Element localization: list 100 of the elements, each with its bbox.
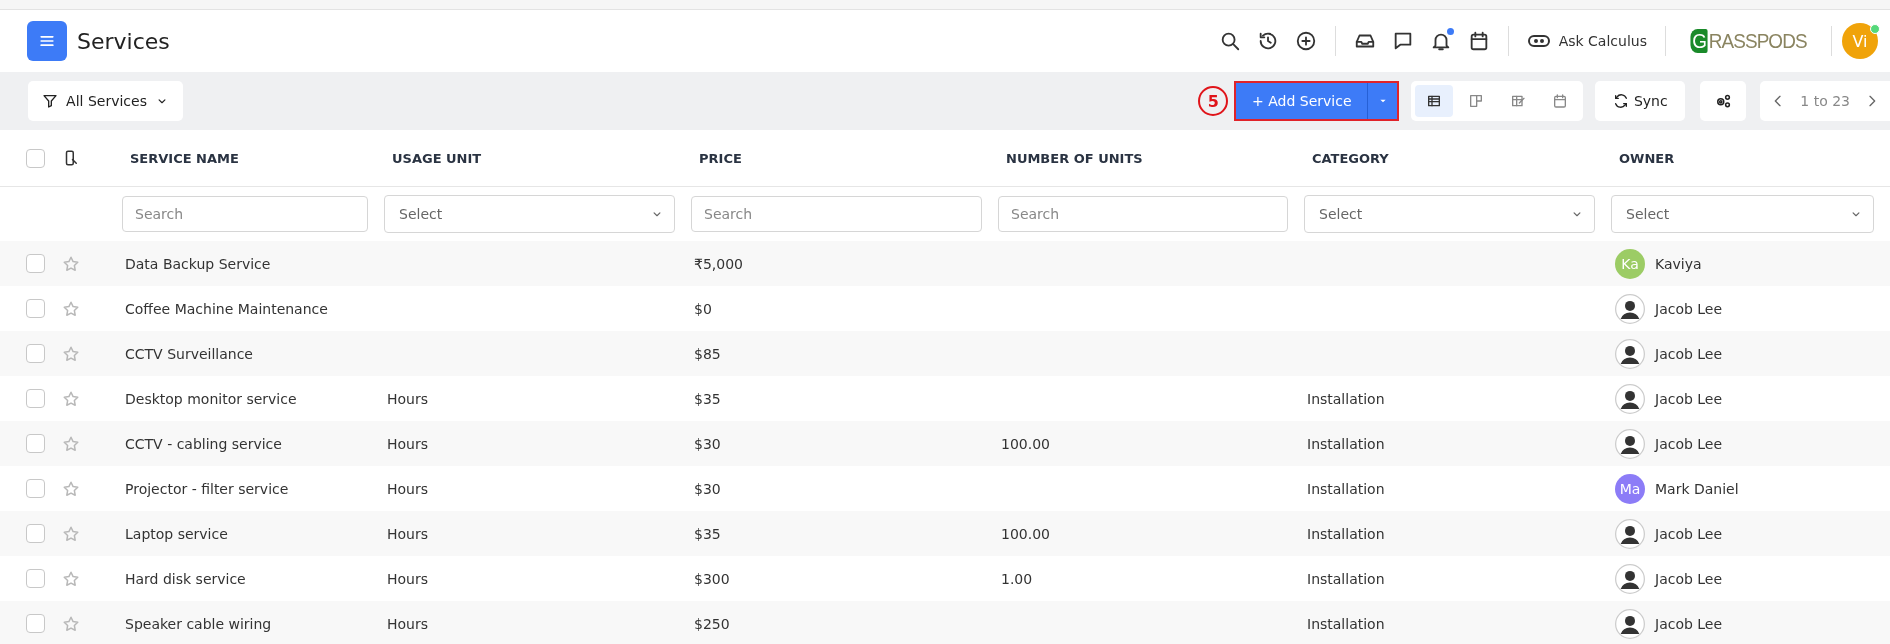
table-cell: Data Backup Service [125,255,271,272]
sync-icon [1612,93,1629,109]
table-cell: $250 [694,615,730,632]
table-cell: 100.00 [1001,525,1050,542]
checkbox[interactable] [26,299,45,318]
settings-icon [1714,92,1733,110]
ask-calculus-button[interactable]: Ask Calculus [1518,29,1655,53]
page-title: Services [77,28,170,54]
star-icon[interactable] [62,524,80,543]
step-number-badge: 5 [1198,86,1229,116]
table-view-icon [1426,93,1443,109]
checkbox[interactable] [26,614,45,633]
column-header[interactable]: NUMBER OF UNITS [998,150,1143,166]
table-cell: CCTV Surveillance [125,345,253,362]
table-cell: Laptop service [125,525,228,542]
avatar: Ka [1615,248,1645,279]
owner-name: Jacob Lee [1655,615,1723,632]
column-header[interactable]: CATEGORY [1304,150,1389,166]
search-field[interactable]: Search [998,196,1288,232]
checkbox[interactable] [26,479,45,498]
star-icon[interactable] [62,614,80,633]
star-icon[interactable] [62,254,80,273]
owner-name: Jacob Lee [1655,390,1723,407]
search-field[interactable]: Search [122,196,368,232]
owner-name: Jacob Lee [1655,435,1723,452]
dropdown-field[interactable]: Select [1304,195,1595,233]
table-cell: Hours [387,390,428,407]
menu-button[interactable] [27,21,67,61]
table-cell: Hours [387,525,428,542]
table-cell: $0 [694,300,712,317]
page-range: 1 to 23 [1800,93,1850,109]
checkbox[interactable] [26,389,45,408]
checkbox[interactable] [26,148,45,168]
search-field[interactable]: Search [691,196,982,232]
checkbox[interactable] [26,569,45,588]
brand-logo: GRASSPODS [1690,29,1807,53]
caret-icon [1378,97,1387,105]
filter-icon [42,93,59,109]
owner-name: Jacob Lee [1655,300,1723,317]
star-icon[interactable] [62,299,80,318]
settings-button[interactable] [1700,81,1747,121]
owner-name: Kaviya [1655,255,1702,272]
checkbox[interactable] [26,254,45,273]
owner-name: Mark Daniel [1655,480,1739,497]
table-cell: Speaker cable wiring [125,615,272,632]
table-cell: Hours [387,615,428,632]
star-icon[interactable] [62,479,80,498]
owner-name: Jacob Lee [1655,570,1723,587]
star-icon[interactable] [62,389,80,408]
table-cell: $85 [694,345,721,362]
dropdown-field[interactable]: Select [1611,195,1874,233]
table-cell: Coffee Machine Maintenance [125,300,328,317]
column-header[interactable]: OWNER [1611,150,1675,166]
table-cell: Hours [387,480,428,497]
column-header[interactable]: PRICE [691,150,742,166]
calendar-icon [1552,93,1569,109]
table-cell: Hard disk service [125,570,246,587]
table-cell: Installation [1307,390,1385,407]
sync-button[interactable]: Sync [1595,81,1686,121]
person-silhouette-icon [1615,383,1645,414]
table-cell: Hours [387,435,428,452]
table-cell: 1.00 [1001,570,1033,587]
table-cell: $30 [694,480,721,497]
table-cell: $35 [694,390,721,407]
person-silhouette-icon [1615,293,1645,324]
table-cell: Hours [387,570,428,587]
table-cell: $30 [694,435,721,452]
filter-dropdown-button[interactable]: All Services [28,81,183,121]
person-silhouette-icon [1615,608,1645,639]
add-icon[interactable] [1294,30,1317,52]
table-cell: $35 [694,525,721,542]
avatar: Ma [1615,473,1645,504]
table-cell: Installation [1307,570,1385,587]
person-silhouette-icon [1615,518,1645,549]
add-service-split-button[interactable]: + Add Service [1234,81,1400,121]
column-header[interactable]: SERVICE NAME [122,150,239,166]
checkbox[interactable] [26,524,45,543]
grid-edit-icon [1510,93,1527,109]
table-cell: ₹5,000 [694,255,743,272]
person-silhouette-icon [1615,338,1645,369]
checkbox[interactable] [26,434,45,453]
table-cell: CCTV - cabling service [125,435,282,452]
star-icon[interactable] [62,434,80,453]
owner-name: Jacob Lee [1655,345,1723,362]
table-cell: Installation [1307,435,1385,452]
table-cell: Projector - filter service [125,480,289,497]
checkbox[interactable] [26,344,45,363]
person-silhouette-icon [1615,428,1645,459]
star-icon[interactable] [62,569,80,588]
owner-name: Jacob Lee [1655,525,1723,542]
kanban-icon [1468,93,1485,109]
person-silhouette-icon [1615,563,1645,594]
column-header[interactable]: USAGE UNIT [384,150,482,166]
view-toggle[interactable] [1415,85,1454,117]
table-cell: Desktop monitor service [125,390,297,407]
table-cell: Installation [1307,480,1385,497]
table-cell: Installation [1307,615,1385,632]
star-icon[interactable] [62,344,80,363]
table-cell: Installation [1307,525,1385,542]
dropdown-field[interactable]: Select [384,195,675,233]
